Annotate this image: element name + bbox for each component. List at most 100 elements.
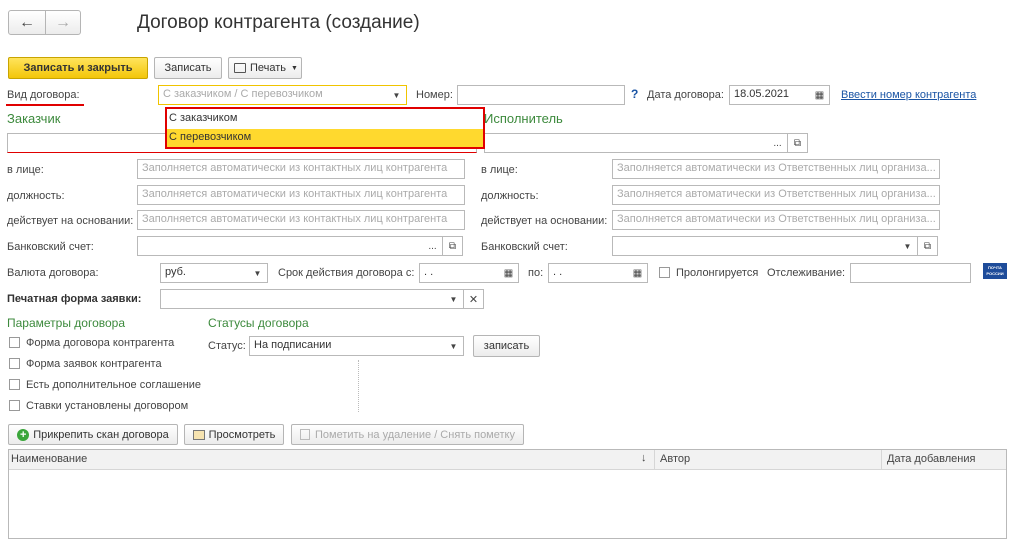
executor-bank-open-button[interactable]: ⧉ [918, 236, 938, 256]
open-icon: ⧉ [448, 240, 457, 252]
view-button[interactable]: Просмотреть [184, 424, 284, 445]
print-form-dropdown-button[interactable]: ▼ [444, 289, 464, 309]
executor-bank-input[interactable] [612, 236, 899, 256]
customer-position-label: должность: [7, 190, 65, 202]
contract-type-dropdown-list: С заказчиком С перевозчиком [165, 107, 485, 149]
back-button[interactable]: ← [8, 10, 46, 35]
mark-delete-icon [300, 429, 310, 440]
param-checkbox-2[interactable] [9, 379, 20, 390]
contract-type-dropdown-button[interactable]: ▼ [387, 85, 407, 105]
customer-basis-label: действует на основании: [7, 215, 134, 227]
params-section-title: Параметры договора [7, 316, 126, 330]
status-dropdown-button[interactable]: ▼ [444, 336, 464, 356]
param-checkbox-3[interactable] [9, 400, 20, 411]
param-label-3: Ставки установлены договором [26, 400, 189, 412]
forward-button[interactable]: → [45, 10, 81, 35]
mark-delete-label: Пометить на удаление / Снять пометку [315, 428, 515, 441]
column-header-date[interactable]: Дата добавления [887, 453, 975, 465]
customer-section-title: Заказчик [7, 111, 61, 126]
arrow-left-icon: ← [19, 13, 35, 31]
customer-bank-input[interactable] [137, 236, 424, 256]
tracking-input[interactable] [850, 263, 971, 283]
period-to-calendar-button[interactable]: ▦ [628, 263, 648, 283]
prolong-label: Пролонгируется [676, 267, 759, 279]
customer-bank-open-button[interactable]: ⧉ [443, 236, 463, 256]
status-label: Статус: [208, 340, 246, 352]
attach-scan-button[interactable]: + Прикрепить скан договора [8, 424, 178, 445]
window-title: Договор контрагента (создание) [137, 12, 420, 33]
tracking-label: Отслеживание: [767, 267, 846, 279]
param-label-0: Форма договора контрагента [26, 337, 175, 349]
executor-person-label: в лице: [481, 164, 518, 176]
files-table-header [9, 450, 1006, 470]
status-input[interactable]: На подписании [249, 336, 445, 356]
customer-person-input[interactable]: Заполняется автоматически из контактных … [137, 159, 465, 179]
help-icon[interactable]: ? [631, 87, 638, 101]
contract-date-input[interactable]: 18.05.2021 [729, 85, 811, 105]
status-save-button[interactable]: записать [473, 335, 540, 357]
column-header-name[interactable]: Наименование [11, 453, 87, 465]
executor-bank-dropdown-button[interactable]: ▼ [898, 236, 918, 256]
executor-input[interactable] [484, 133, 769, 153]
calendar-icon: ▦ [503, 267, 514, 279]
files-table[interactable]: Наименование ↓ Автор Дата добавления [8, 449, 1007, 539]
period-from-calendar-button[interactable]: ▦ [499, 263, 519, 283]
print-form-input[interactable] [160, 289, 445, 309]
number-input[interactable] [457, 85, 625, 105]
save-and-close-button[interactable]: Записать и закрыть [8, 57, 148, 79]
print-button[interactable]: Печать ▼ [228, 57, 302, 79]
open-icon: ⧉ [923, 240, 932, 252]
column-header-author[interactable]: Автор [660, 453, 690, 465]
enter-counterparty-number-link[interactable]: Ввести номер контрагента [841, 89, 976, 101]
dropdown-option-carrier[interactable]: С перевозчиком [167, 129, 483, 147]
customer-bank-label: Банковский счет: [7, 241, 94, 253]
executor-select-button[interactable]: ... [768, 133, 788, 153]
attach-scan-label: Прикрепить скан договора [33, 428, 169, 441]
save-button[interactable]: Записать [154, 57, 222, 79]
contract-type-field[interactable]: С заказчиком / С перевозчиком [158, 85, 388, 105]
arrow-right-icon: → [55, 13, 71, 31]
russian-post-logo[interactable]: ПОЧТА РОССИИ [983, 263, 1007, 279]
executor-basis-label: действует на основании: [481, 215, 608, 227]
params-divider [358, 360, 359, 412]
param-checkbox-0[interactable] [9, 337, 20, 348]
period-from-input[interactable]: . . [419, 263, 500, 283]
contract-type-label: Вид договора: [7, 89, 80, 101]
chevron-down-icon: ▼ [291, 64, 298, 72]
number-label: Номер: [416, 89, 453, 101]
customer-bank-select-button[interactable]: ... [423, 236, 443, 256]
print-form-label: Печатная форма заявки: [7, 293, 142, 305]
currency-dropdown-button[interactable]: ▼ [248, 263, 268, 283]
executor-section-title: Исполнитель [484, 111, 563, 126]
customer-basis-input[interactable]: Заполняется автоматически из контактных … [137, 210, 465, 230]
executor-person-input[interactable]: Заполняется автоматически из Ответственн… [612, 159, 940, 179]
column-divider [881, 450, 882, 469]
currency-input[interactable]: руб. [160, 263, 249, 283]
dropdown-option-customer[interactable]: С заказчиком [169, 112, 237, 124]
param-checkbox-1[interactable] [9, 358, 20, 369]
prolong-checkbox[interactable] [659, 267, 670, 278]
executor-open-button[interactable]: ⧉ [788, 133, 808, 153]
view-icon [192, 429, 205, 440]
add-icon: + [17, 428, 30, 441]
period-to-input[interactable]: . . [548, 263, 629, 283]
printer-icon [234, 63, 246, 73]
customer-position-input[interactable]: Заполняется автоматически из контактных … [137, 185, 465, 205]
executor-position-label: должность: [481, 190, 539, 202]
currency-label: Валюта договора: [7, 267, 99, 279]
param-label-1: Форма заявок контрагента [26, 358, 162, 370]
contract-date-label: Дата договора: [647, 89, 724, 101]
executor-bank-label: Банковский счет: [481, 241, 568, 253]
period-from-label: Срок действия договора с: [278, 267, 415, 279]
executor-basis-input[interactable]: Заполняется автоматически из Ответственн… [612, 210, 940, 230]
calendar-button[interactable]: ▦ [810, 85, 830, 105]
annotation-underline [6, 104, 84, 106]
mark-delete-button[interactable]: Пометить на удаление / Снять пометку [291, 424, 524, 445]
close-icon: ✕ [468, 293, 479, 306]
print-form-clear-button[interactable]: ✕ [464, 289, 484, 309]
executor-position-input[interactable]: Заполняется автоматически из Ответственн… [612, 185, 940, 205]
calendar-icon: ▦ [814, 89, 825, 101]
customer-person-label: в лице: [7, 164, 44, 176]
param-label-2: Есть дополнительное соглашение [26, 379, 202, 391]
print-label: Печать [250, 62, 287, 74]
